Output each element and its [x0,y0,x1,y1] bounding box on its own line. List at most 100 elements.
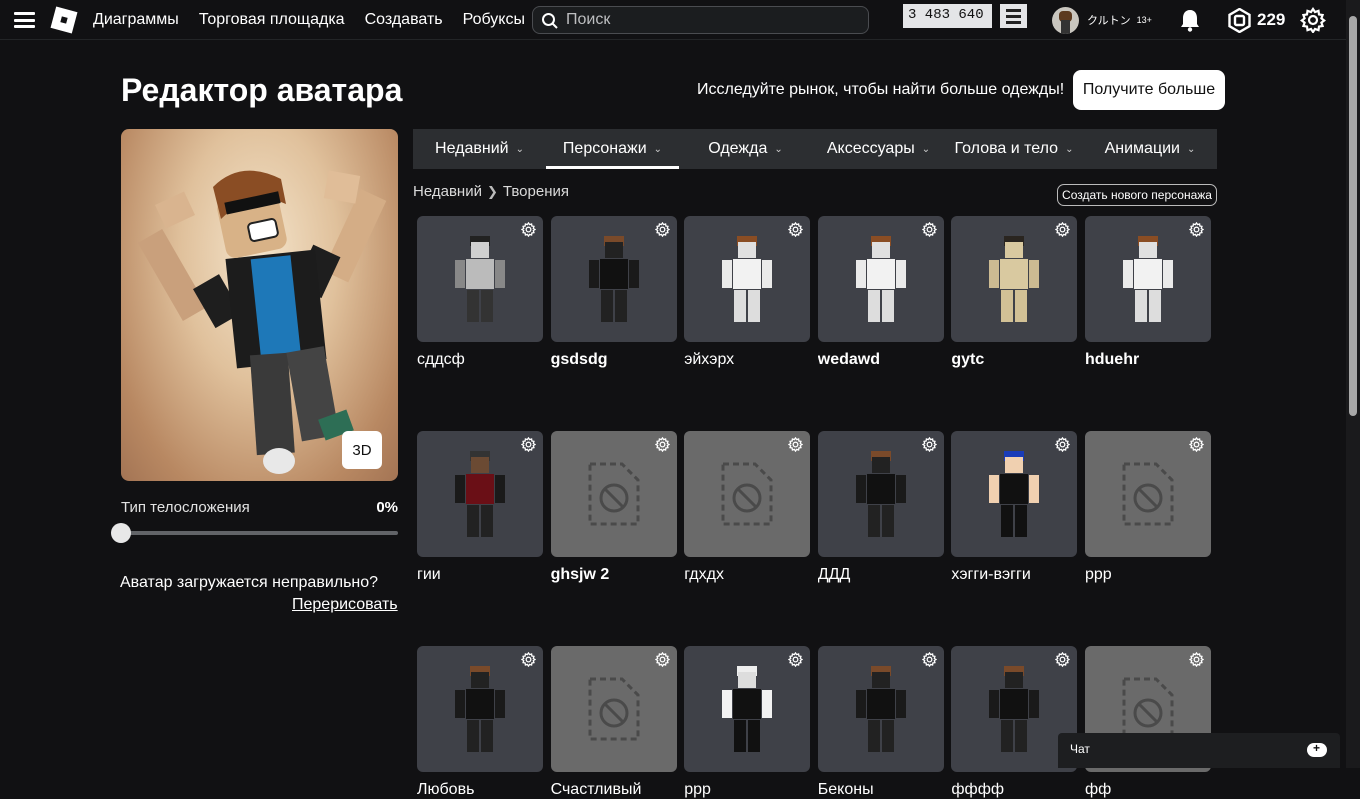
tab-animations[interactable]: Анимации ⌄ [1083,129,1217,169]
character-card[interactable]: wedawd [817,216,945,369]
character-thumbnail[interactable] [417,216,543,342]
character-figure-image [855,666,906,752]
gear-icon[interactable] [521,437,536,452]
character-thumbnail[interactable] [550,216,677,342]
page-title: Редактор аватара [121,72,403,108]
character-card[interactable]: фф [1084,646,1212,799]
chat-label: Чат [1070,742,1090,756]
gear-icon[interactable] [1055,652,1071,667]
toggle-3d-button[interactable]: 3D [342,431,382,469]
list-menu-icon[interactable] [1000,4,1027,28]
tab-label: Недавний [435,140,509,157]
body-type-slider-track[interactable] [121,531,398,535]
gear-icon[interactable] [788,437,804,452]
tab-accessories[interactable]: Аксессуары ⌄ [812,129,945,169]
body-type-slider-thumb[interactable] [111,523,131,543]
character-card[interactable]: Любовь [417,646,544,799]
nav-charts-link[interactable]: Диаграммы [93,11,179,29]
character-thumbnail[interactable] [550,646,677,772]
character-card[interactable]: гдхдх [684,431,811,584]
character-thumbnail[interactable] [684,216,811,342]
tab-clothing[interactable]: Одежда ⌄ [679,129,812,169]
notification-bell-icon[interactable] [1179,8,1201,32]
chevron-down-icon: ⌄ [921,143,931,155]
character-card[interactable]: хэгги-вэгги [951,431,1078,584]
character-thumbnail[interactable] [417,431,543,557]
character-name: ppp [684,781,711,798]
character-thumbnail[interactable] [817,431,944,557]
breadcrumb-parent[interactable]: Недавний [413,183,482,200]
tab-head-body[interactable]: Голова и тело ⌄ [945,129,1083,169]
character-thumbnail[interactable] [550,431,677,557]
user-profile-link[interactable]: クルトン 13+ [1052,6,1152,34]
gear-icon[interactable] [1055,222,1071,237]
character-thumbnail[interactable] [417,646,543,772]
character-thumbnail[interactable] [817,646,944,772]
username: クルトン [1087,15,1131,27]
character-thumbnail[interactable] [951,431,1078,557]
character-card[interactable]: ghsjw 2 [550,431,678,584]
new-chat-icon[interactable] [1307,741,1327,757]
get-more-button[interactable]: Получите больше [1073,70,1225,110]
character-thumbnail[interactable] [817,216,944,342]
gear-icon[interactable] [1188,652,1204,667]
roblox-logo[interactable] [50,6,78,34]
character-card[interactable]: gsdsdg [550,216,678,369]
character-thumbnail[interactable] [1084,431,1211,557]
gear-icon[interactable] [1055,437,1071,452]
character-thumbnail[interactable] [951,216,1078,342]
missing-image-icon [721,462,773,526]
gear-icon[interactable] [654,222,670,237]
redraw-link[interactable]: Перерисовать [292,596,398,614]
settings-gear-icon[interactable] [1300,7,1326,33]
character-card[interactable]: hduehr [1084,216,1212,369]
gear-icon[interactable] [1188,437,1204,452]
gear-icon[interactable] [921,222,937,237]
tab-recent[interactable]: Недавний ⌄ [413,129,546,169]
gear-icon[interactable] [654,437,670,452]
menu-icon[interactable] [14,12,35,28]
character-name: ghsjw 2 [550,566,610,583]
page-scrollbar[interactable] [1346,0,1360,768]
character-thumbnail[interactable] [684,646,811,772]
character-card[interactable]: гии [417,431,544,584]
gear-icon[interactable] [1188,222,1204,237]
character-card[interactable]: gytc [951,216,1078,369]
character-card[interactable]: ДДД [817,431,945,584]
gear-icon[interactable] [521,652,536,667]
missing-image-icon [1122,677,1174,741]
nav-marketplace-link[interactable]: Торговая площадка [199,11,345,29]
character-card[interactable]: сддсф [417,216,544,369]
character-card[interactable]: Счастливый [550,646,678,799]
search-input[interactable] [566,7,856,33]
gear-icon[interactable] [521,222,536,237]
gear-icon[interactable] [788,222,804,237]
gear-icon[interactable] [788,652,804,667]
character-card[interactable]: ppp [684,646,811,799]
missing-image-icon [588,677,640,741]
chat-bar[interactable]: Чат [1058,733,1340,768]
body-type-value: 0% [376,499,398,516]
character-thumbnail[interactable] [684,431,811,557]
scrollbar-thumb[interactable] [1349,16,1357,416]
chevron-down-icon: ⌄ [774,143,783,155]
chevron-down-icon: ⌄ [1187,143,1196,155]
gear-icon[interactable] [921,652,937,667]
age-badge: 13+ [1136,15,1152,25]
character-thumbnail[interactable] [1084,216,1211,342]
gear-icon[interactable] [921,437,937,452]
character-card[interactable]: Беконы [817,646,945,799]
character-card[interactable]: эйхэрх [684,216,811,369]
gear-icon[interactable] [654,652,670,667]
character-card[interactable]: ppp [1084,431,1212,584]
character-card[interactable]: фффф [951,646,1078,799]
create-new-character-button[interactable]: Создать нового персонажа [1057,184,1217,206]
character-figure-image [1122,236,1173,322]
nav-robux-link[interactable]: Робуксы [463,11,525,29]
robux-balance[interactable]: 229 [1227,7,1285,33]
character-figure-image [855,451,906,537]
chevron-down-icon: ⌄ [653,143,663,155]
tab-characters[interactable]: Персонажи ⌄ [546,129,679,169]
avatar-preview[interactable] [121,129,398,481]
nav-create-link[interactable]: Создавать [365,11,443,29]
